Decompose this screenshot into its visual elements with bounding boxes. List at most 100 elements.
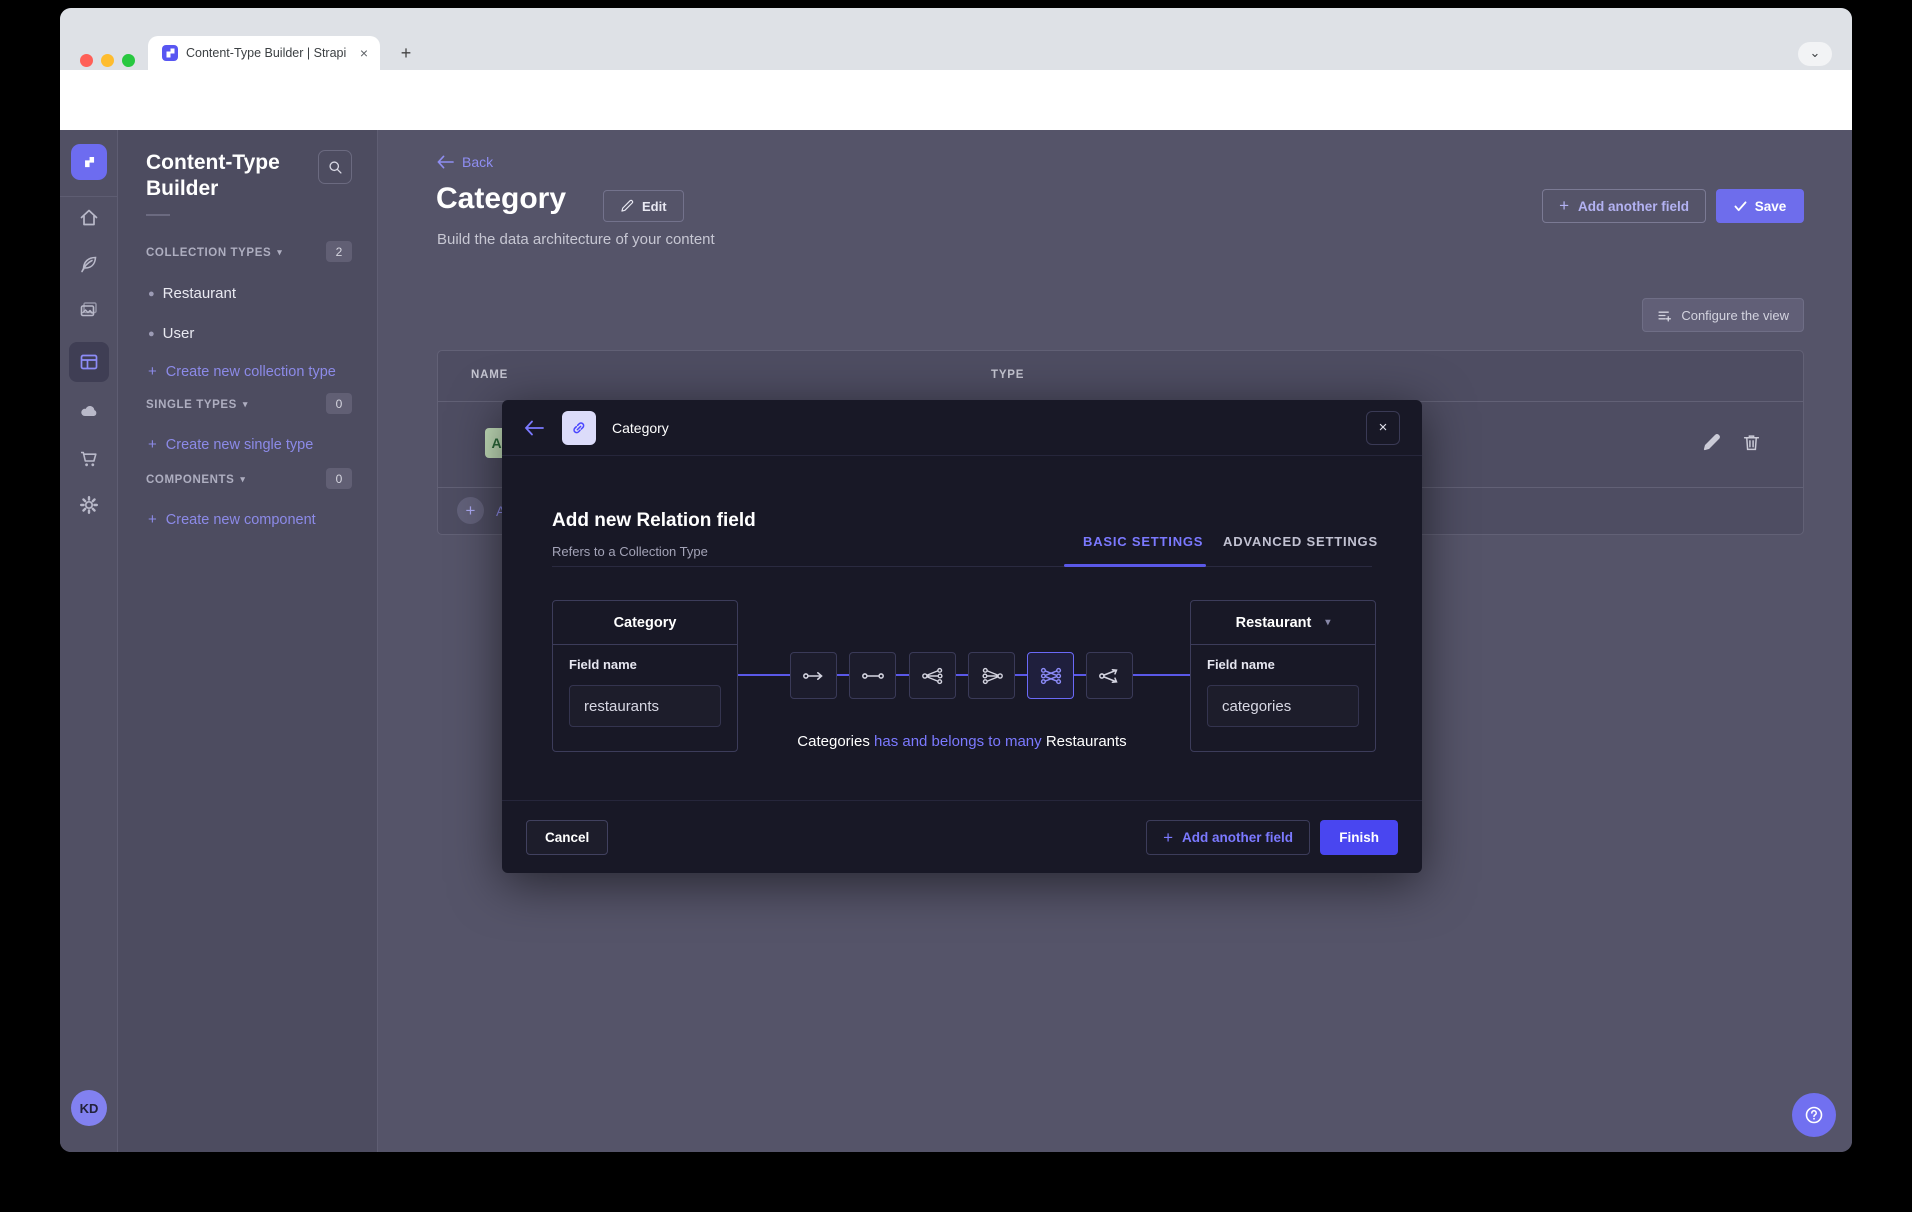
modal-footer: Cancel + Add another field Finish <box>502 800 1422 873</box>
components-count-badge: 0 <box>326 468 352 489</box>
add-field-plus-button[interactable]: + <box>457 497 484 524</box>
browser-toolbar: localhost:1337/admin/plugins/content-typ… <box>60 70 1852 130</box>
one-way-icon <box>801 666 827 686</box>
sidebar-item-restaurant[interactable]: ●Restaurant <box>148 285 236 302</box>
configure-list-icon <box>1657 308 1672 323</box>
modal-breadcrumb: Category <box>612 420 669 436</box>
row-delete-trash-icon[interactable] <box>1742 433 1761 452</box>
active-tab-underline <box>1064 564 1206 567</box>
add-another-field-header-button[interactable]: + Add another field <box>1542 189 1706 223</box>
source-field-name-label: Field name <box>569 657 637 672</box>
relation-field-icon-box <box>562 411 596 445</box>
sidebar-title: Content-Type Builder <box>146 150 316 202</box>
modal-title: Add new Relation field <box>552 510 756 532</box>
tab-advanced-settings[interactable]: ADVANCED SETTINGS <box>1223 534 1378 549</box>
user-avatar[interactable]: KD <box>71 1090 107 1126</box>
modal-add-another-field-button[interactable]: + Add another field <box>1146 820 1310 855</box>
target-collection-card: Restaurant ▾ Field name <box>1190 600 1376 752</box>
browser-window: Content-Type Builder | Strapi × + ⌄ loca… <box>60 8 1852 1152</box>
browser-tab[interactable]: Content-Type Builder | Strapi × <box>148 36 380 70</box>
bullet-icon: ● <box>148 288 155 300</box>
help-button[interactable] <box>1792 1093 1836 1137</box>
modal-back-icon[interactable] <box>524 418 544 438</box>
single-types-count-badge: 0 <box>326 393 352 414</box>
add-relation-field-modal: Category × Add new Relation field Refers… <box>502 400 1422 873</box>
column-header-name: NAME <box>471 369 508 381</box>
section-collection-types[interactable]: COLLECTION TYPES▾ <box>146 247 282 259</box>
strapi-logo[interactable] <box>71 144 107 180</box>
save-button[interactable]: Save <box>1716 189 1804 223</box>
rail-divider <box>60 196 118 197</box>
target-field-name-input[interactable] <box>1207 685 1359 727</box>
relation-sentence-highlight: has and belongs to many <box>874 733 1042 750</box>
relation-one-to-one-button[interactable] <box>849 652 896 699</box>
target-field-name-label: Field name <box>1207 657 1275 672</box>
traffic-minimize-button[interactable] <box>101 54 114 67</box>
strapi-logo-icon <box>80 153 98 171</box>
edit-button[interactable]: Edit <box>603 190 684 222</box>
content-manager-feather-icon[interactable] <box>78 253 100 275</box>
modal-subtitle: Refers to a Collection Type <box>552 544 708 559</box>
traffic-zoom-button[interactable] <box>122 54 135 67</box>
source-field-name-input[interactable] <box>569 685 721 727</box>
back-link[interactable]: Back <box>437 154 493 170</box>
one-to-many-icon <box>920 666 946 686</box>
screenshot-stage: Content-Type Builder | Strapi × + ⌄ loca… <box>0 0 1912 1212</box>
settings-gear-icon[interactable] <box>78 494 100 516</box>
create-single-type-link[interactable]: +Create new single type <box>148 436 313 453</box>
plus-icon: + <box>148 511 157 528</box>
link-icon <box>570 419 588 437</box>
content-type-builder-sidebar: Content-Type Builder COLLECTION TYPES▾ 2… <box>118 130 378 1152</box>
tab-basic-settings[interactable]: BASIC SETTINGS <box>1083 534 1203 549</box>
home-icon[interactable] <box>78 207 100 229</box>
relation-many-way-button[interactable] <box>1086 652 1133 699</box>
content-type-builder-nav-item[interactable] <box>69 342 109 382</box>
section-components[interactable]: COMPONENTS▾ <box>146 474 246 486</box>
relation-one-to-many-button[interactable] <box>909 652 956 699</box>
chevron-down-icon: ▾ <box>1325 617 1330 628</box>
source-collection-card: Category Field name <box>552 600 738 752</box>
plus-icon: + <box>1163 828 1173 848</box>
chevron-down-icon: ▾ <box>243 399 248 409</box>
relation-one-way-button[interactable] <box>790 652 837 699</box>
cancel-button[interactable]: Cancel <box>526 820 608 855</box>
create-component-link[interactable]: +Create new component <box>148 511 316 528</box>
configure-view-button[interactable]: Configure the view <box>1642 298 1804 332</box>
target-collection-select[interactable]: Restaurant ▾ <box>1191 601 1375 645</box>
pencil-icon <box>620 199 634 213</box>
relation-many-to-many-button[interactable] <box>1027 652 1074 699</box>
many-to-one-icon <box>979 666 1005 686</box>
cloud-icon[interactable] <box>78 400 100 422</box>
page-subtitle: Build the data architecture of your cont… <box>437 231 715 248</box>
relation-many-to-one-button[interactable] <box>968 652 1015 699</box>
plus-icon: + <box>1559 196 1569 216</box>
one-to-one-icon <box>860 666 886 686</box>
column-header-type: TYPE <box>991 369 1024 381</box>
check-icon <box>1734 201 1747 212</box>
new-tab-button[interactable]: + <box>394 42 418 66</box>
many-way-icon <box>1097 666 1123 686</box>
source-card-title: Category <box>553 601 737 645</box>
modal-close-button[interactable]: × <box>1366 411 1400 445</box>
sidebar-item-user[interactable]: ●User <box>148 325 194 342</box>
marketplace-cart-icon[interactable] <box>78 448 100 470</box>
create-collection-type-link[interactable]: +Create new collection type <box>148 363 336 380</box>
main-nav-rail: KD <box>60 130 118 1152</box>
tab-close-icon[interactable]: × <box>358 45 370 61</box>
sidebar-divider <box>146 214 170 216</box>
section-single-types[interactable]: SINGLE TYPES▾ <box>146 399 248 411</box>
row-edit-pencil-icon[interactable] <box>1702 433 1721 452</box>
sidebar-search-button[interactable] <box>318 150 352 184</box>
traffic-close-button[interactable] <box>80 54 93 67</box>
finish-button[interactable]: Finish <box>1320 820 1398 855</box>
tab-strip: Content-Type Builder | Strapi × + ⌄ <box>60 8 1852 70</box>
modal-header: Category × <box>502 400 1422 456</box>
modal-body-divider <box>552 566 1372 567</box>
tab-search-chevron-button[interactable]: ⌄ <box>1798 42 1832 66</box>
content-type-builder-icon <box>78 351 100 373</box>
strapi-favicon <box>162 45 178 61</box>
plus-icon: + <box>148 436 157 453</box>
back-arrow-icon <box>437 155 454 169</box>
media-library-icon[interactable] <box>78 299 100 321</box>
collection-types-count-badge: 2 <box>326 241 352 262</box>
